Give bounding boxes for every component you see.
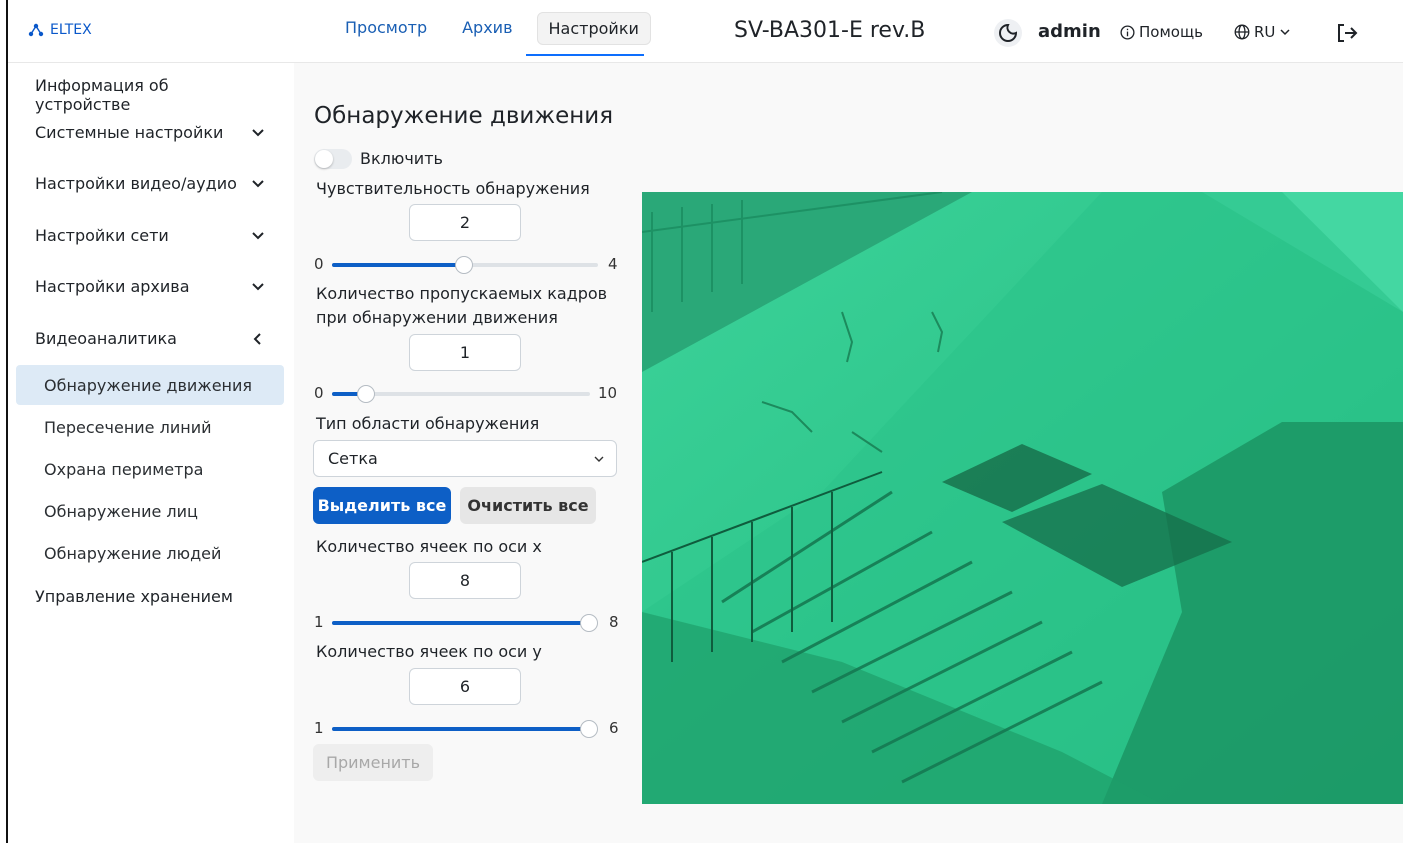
select-all-button[interactable]: Выделить все: [313, 487, 451, 524]
tab-view[interactable]: Просмотр: [334, 12, 438, 45]
sidebar-item-label: Настройки видео/аудио: [35, 174, 237, 193]
user-name[interactable]: admin: [1038, 21, 1101, 42]
area-type-label: Тип области обнаружения: [316, 414, 540, 433]
area-type-select[interactable]: Сетка: [313, 440, 617, 477]
logo-text: ELTEX: [50, 22, 92, 38]
language-label: RU: [1254, 23, 1276, 41]
enable-label: Включить: [360, 149, 443, 168]
slider-fill: [332, 263, 464, 267]
tab-settings[interactable]: Настройки: [536, 12, 651, 45]
sidebar-subitem-label: Обнаружение лиц: [44, 501, 198, 521]
chevron-down-icon: [252, 128, 264, 136]
chevron-down-icon: [594, 456, 604, 462]
slider-max: 8: [609, 613, 619, 631]
cells-x-slider[interactable]: 1 8: [314, 613, 619, 632]
slider-min: 1: [314, 719, 324, 737]
sidebar: Информация об устройстве Системные настр…: [8, 63, 294, 843]
area-type-value: Сетка: [328, 449, 378, 468]
device-title: SV-BA301-E rev.B: [734, 18, 926, 43]
sensitivity-label: Чувствительность обнаружения: [316, 179, 590, 198]
help-link[interactable]: Помощь: [1120, 23, 1203, 41]
sidebar-item-device-info[interactable]: Информация об устройстве: [35, 76, 265, 114]
moon-icon: [999, 23, 1018, 42]
sidebar-subitem-face-detection[interactable]: Обнаружение лиц: [16, 491, 284, 531]
sidebar-item-label: Информация об устройстве: [35, 76, 169, 114]
skip-frames-label-line2: при обнаружении движения: [316, 308, 558, 327]
skip-frames-label-line1: Количество пропускаемых кадров: [316, 284, 608, 303]
slider-fill: [332, 392, 360, 396]
apply-button[interactable]: Применить: [313, 744, 433, 781]
sensitivity-slider[interactable]: 0 4: [314, 255, 619, 274]
slider-max: 4: [608, 255, 618, 273]
help-label: Помощь: [1139, 23, 1203, 41]
cells-x-label: Количество ячеек по оси x: [316, 537, 542, 556]
skip-frames-input[interactable]: 1: [409, 334, 521, 371]
sidebar-item-video-audio[interactable]: Настройки видео/аудио: [35, 174, 265, 193]
main-tabs: Просмотр Архив Настройки: [334, 12, 664, 45]
info-icon: [1120, 24, 1135, 40]
slider-thumb[interactable]: [357, 385, 375, 403]
theme-toggle-button[interactable]: [994, 19, 1022, 47]
skip-frames-slider[interactable]: 0 10: [314, 384, 624, 403]
slider-max: 10: [598, 384, 618, 402]
sidebar-item-video-analytics[interactable]: Видеоаналитика: [35, 329, 265, 348]
sidebar-subitem-label: Пересечение линий: [44, 417, 212, 437]
slider-min: 0: [314, 255, 324, 273]
slider-max: 6: [609, 719, 619, 737]
sidebar-item-archive[interactable]: Настройки архива: [35, 277, 265, 296]
language-select[interactable]: RU: [1234, 23, 1291, 41]
cells-y-slider[interactable]: 1 6: [314, 719, 619, 738]
chevron-down-icon: [252, 179, 264, 187]
sidebar-item-label: Настройки сети: [35, 226, 169, 245]
globe-icon: [1234, 24, 1250, 40]
sidebar-subitem-label: Охрана периметра: [44, 459, 204, 479]
slider-min: 0: [314, 384, 324, 402]
sidebar-subitem-line-crossing[interactable]: Пересечение линий: [16, 407, 284, 447]
window-frame: [0, 0, 8, 843]
logo[interactable]: ELTEX: [28, 22, 92, 38]
cells-y-input[interactable]: 6: [409, 668, 521, 705]
slider-thumb[interactable]: [580, 614, 598, 632]
clear-all-button[interactable]: Очистить все: [460, 487, 596, 524]
active-tab-underline: [526, 54, 644, 56]
eltex-logo-icon: [28, 23, 44, 37]
cells-x-input[interactable]: 8: [409, 562, 521, 599]
sidebar-item-label: Видеоаналитика: [35, 329, 177, 348]
sidebar-subitem-perimeter[interactable]: Охрана периметра: [16, 449, 284, 489]
sidebar-item-label: Настройки архива: [35, 277, 190, 296]
sidebar-item-system-settings[interactable]: Системные настройки: [35, 123, 265, 142]
sidebar-item-storage[interactable]: Управление хранением: [35, 587, 265, 606]
slider-thumb[interactable]: [580, 720, 598, 738]
sidebar-subitem-label: Обнаружение движения: [44, 375, 253, 395]
sidebar-subitem-people-detection[interactable]: Обнаружение людей: [16, 533, 284, 573]
sensitivity-input[interactable]: 2: [409, 204, 521, 241]
cells-y-label: Количество ячеек по оси y: [316, 642, 542, 661]
slider-thumb[interactable]: [455, 256, 473, 274]
sidebar-item-network[interactable]: Настройки сети: [35, 226, 265, 245]
main-content: Обнаружение движения Включить Чувствител…: [294, 63, 1403, 843]
tab-archive[interactable]: Архив: [451, 12, 523, 45]
slider-fill: [332, 727, 590, 731]
chevron-left-icon: [253, 332, 261, 345]
enable-toggle[interactable]: [314, 149, 352, 169]
chevron-down-icon: [1280, 29, 1290, 36]
logout-icon[interactable]: [1334, 20, 1360, 46]
camera-preview[interactable]: [642, 192, 1403, 804]
camera-image: [642, 192, 1403, 804]
slider-fill: [332, 621, 590, 625]
page-title: Обнаружение движения: [314, 103, 614, 129]
sidebar-subitem-label: Обнаружение людей: [44, 543, 222, 563]
sidebar-item-label: Системные настройки: [35, 123, 224, 142]
sidebar-subitem-motion-detection[interactable]: Обнаружение движения: [16, 365, 284, 405]
chevron-down-icon: [252, 231, 264, 239]
slider-min: 1: [314, 613, 324, 631]
top-header: ELTEX Просмотр Архив Настройки SV-BA301-…: [8, 0, 1403, 63]
chevron-down-icon: [252, 282, 264, 290]
sidebar-item-label: Управление хранением: [35, 587, 233, 606]
